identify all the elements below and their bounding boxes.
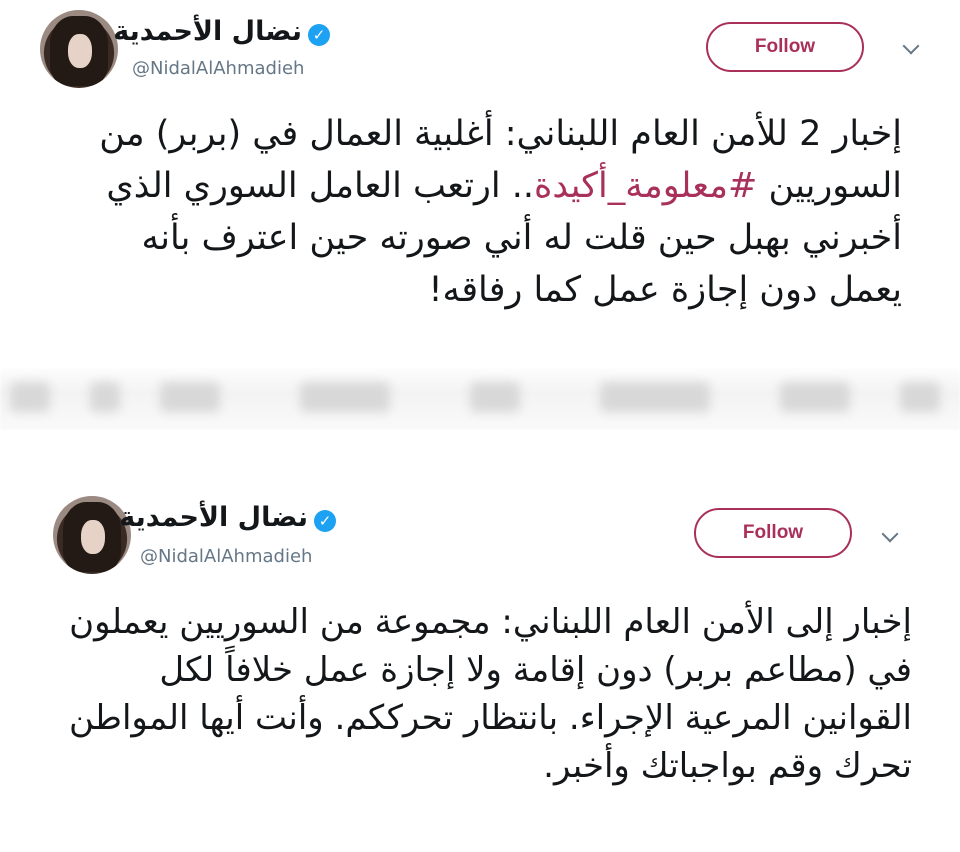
display-name[interactable]: نضال الأحمدية: [119, 502, 308, 533]
handle[interactable]: @NidalAlAhmadieh: [140, 546, 312, 567]
divider-gap: [0, 430, 960, 470]
tweet-card: ✓ نضال الأحمدية @NidalAlAhmadieh Follow …: [0, 0, 960, 372]
follow-button[interactable]: Follow: [694, 508, 852, 558]
handle[interactable]: @NidalAlAhmadieh: [132, 58, 304, 79]
hashtag-link[interactable]: #معلومة_أكيدة: [534, 166, 757, 206]
avatar-face: [81, 520, 105, 554]
tweet-text: إخبار 2 للأمن العام اللبناني: أغلبية الع…: [60, 108, 902, 316]
tweet-text: إخبار إلى الأمن العام اللبناني: مجموعة م…: [69, 602, 912, 786]
avatar-face: [68, 34, 92, 68]
follow-button[interactable]: Follow: [706, 22, 864, 72]
avatar[interactable]: [40, 10, 118, 88]
chevron-down-icon[interactable]: [902, 37, 920, 55]
verified-badge-icon: ✓: [308, 24, 330, 46]
display-name[interactable]: نضال الأحمدية: [113, 16, 302, 47]
verified-badge-icon: ✓: [314, 510, 336, 532]
blurred-strip: [0, 368, 960, 430]
